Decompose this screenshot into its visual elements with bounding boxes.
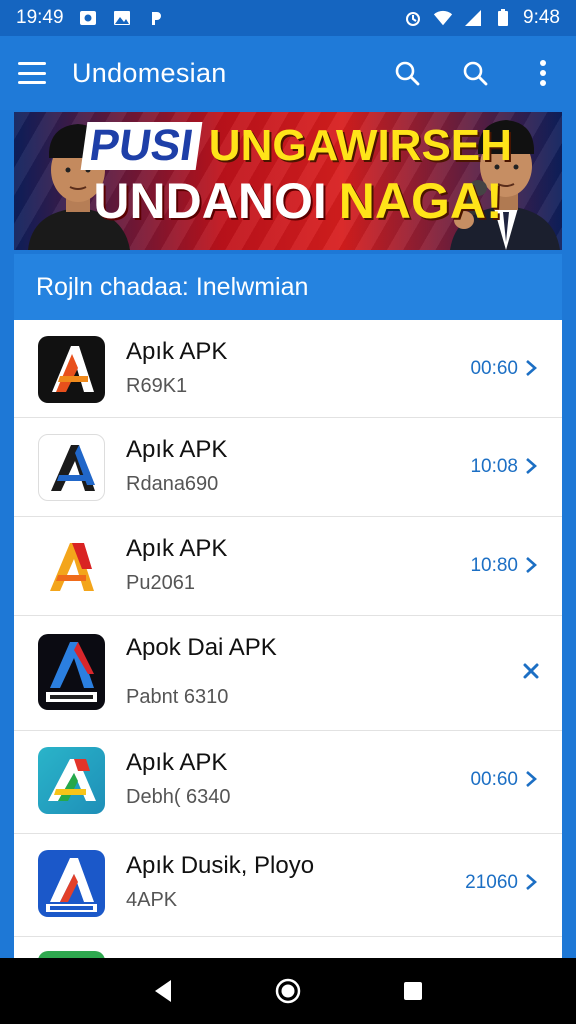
chevron-right-icon	[526, 360, 537, 376]
list-item-subtitle: Debh( 6340	[126, 786, 231, 808]
list-item[interactable]: Apık APK Debh( 6340 00:60	[14, 731, 562, 834]
list-item-subtitle: R69K1	[126, 375, 188, 397]
list-item-title: Apok Dai APK	[126, 634, 277, 661]
chevron-right-icon	[526, 458, 537, 474]
app-bar: Undomesian	[0, 36, 576, 110]
image-notification-icon	[112, 10, 132, 26]
system-nav-bar	[0, 958, 576, 1024]
app-title: Undomesian	[72, 57, 227, 88]
status-bar: 19:49 9:48	[0, 0, 576, 36]
list-item-time: 00:60	[470, 358, 518, 379]
list-item-title: Apık APK	[126, 436, 228, 463]
apk-logo-teal-multicolor-icon	[38, 747, 105, 814]
status-time-right: 9:48	[523, 7, 560, 28]
list-item-title: Apık APK	[126, 535, 228, 562]
chevron-right-icon	[526, 874, 537, 890]
search-icon-secondary[interactable]	[460, 58, 490, 88]
list-item[interactable]: Apık APK R69K1 00:60	[14, 320, 562, 418]
banner-text-3: UNDANOI	[93, 173, 327, 229]
list-item[interactable]: Apok Dai APK Pabnt 6310	[14, 616, 562, 731]
message-notification-icon	[78, 10, 98, 26]
list-item-subtitle: 4APK	[126, 889, 178, 911]
banner-text-2: UNGAWIRSEH	[208, 121, 512, 170]
section-title: Rojln chadaa: Inelwmian	[36, 272, 309, 301]
back-icon[interactable]	[143, 971, 183, 1011]
list-item[interactable]: Apık Dusik, Ployo 4APK 21060	[14, 834, 562, 937]
list-item-time: 00:60	[470, 769, 518, 790]
list-item-time: 10:80	[470, 555, 518, 576]
chevron-right-icon	[526, 557, 537, 573]
banner-headline: PUSI UNGAWIRSEH UNDANOI NAGA!	[80, 121, 512, 232]
more-options-icon[interactable]	[528, 58, 558, 88]
list-item-subtitle: Pabnt 6310	[126, 686, 229, 708]
wifi-icon	[433, 10, 453, 26]
apk-logo-orange-black-icon	[38, 336, 105, 403]
app-list: Apık APK R69K1 00:60 Apık APK Rdana690 1…	[14, 320, 562, 960]
battery-icon	[493, 9, 513, 26]
search-icon[interactable]	[392, 58, 422, 88]
banner-text-4: NAGA!	[338, 173, 503, 229]
list-item-title: Apık APK	[126, 338, 228, 365]
list-item[interactable]: Apık APK Rdana690 10:08	[14, 418, 562, 517]
list-item[interactable]: Apık APK Pu2061 10:80	[14, 517, 562, 616]
hamburger-menu-icon[interactable]	[18, 62, 46, 84]
list-item-partial[interactable]	[14, 937, 562, 960]
list-item-subtitle: Rdana690	[126, 473, 219, 495]
home-icon[interactable]	[268, 971, 308, 1011]
close-icon[interactable]	[522, 662, 540, 680]
apk-logo-dark-blue-icon	[38, 634, 105, 710]
list-item-time: 10:08	[470, 456, 518, 477]
apk-logo-blue-red-icon	[38, 850, 105, 917]
list-item-time: 21060	[465, 872, 518, 893]
banner-text-1: PUSI	[80, 121, 203, 170]
signal-icon	[463, 10, 483, 26]
list-item-title: Apık Dusik, Ployo	[126, 852, 315, 879]
list-item-title: Apık APK	[126, 749, 228, 776]
promo-banner[interactable]: PUSI UNGAWIRSEH UNDANOI NAGA!	[14, 112, 562, 250]
apk-logo-yellow-red-icon	[38, 533, 105, 600]
section-header: Rojln chadaa: Inelwmian	[14, 254, 562, 320]
list-item-subtitle: Pu2061	[126, 572, 195, 594]
parking-notification-icon	[146, 10, 166, 26]
status-time-left: 19:49	[16, 7, 64, 28]
alarm-icon	[403, 10, 423, 26]
recents-icon[interactable]	[393, 971, 433, 1011]
apk-logo-blue-white-icon	[38, 434, 105, 501]
chevron-right-icon	[526, 771, 537, 787]
